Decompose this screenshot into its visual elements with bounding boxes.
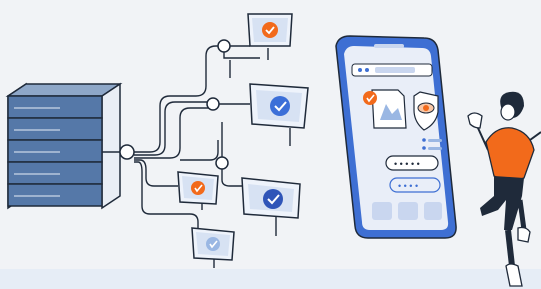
server-rack-icon <box>5 82 123 210</box>
junction-node-top <box>217 39 231 53</box>
browser-bar <box>351 63 433 77</box>
check-badge-icon <box>263 189 283 209</box>
illustration-stage: • • • • • • • • • <box>0 0 541 289</box>
monitor-bottom-light <box>191 227 235 268</box>
main-junction-node <box>119 144 135 160</box>
check-badge-icon <box>191 181 205 195</box>
monitor-middle-blue <box>249 83 309 146</box>
network-illustration: • • • • • • • • • <box>5 13 541 287</box>
monitor-lower-blue <box>241 177 301 236</box>
screen-tiles <box>372 202 442 220</box>
junction-node-middle <box>206 97 220 111</box>
check-badge-icon <box>206 237 220 251</box>
password-mask-1: • • • • • <box>394 159 420 169</box>
smartphone: • • • • • • • • • <box>335 35 457 239</box>
check-badge-icon <box>262 22 278 38</box>
password-mask-2: • • • • <box>398 181 418 191</box>
monitor-lower-orange <box>177 171 219 210</box>
network-cables <box>102 45 260 232</box>
server-units <box>7 95 103 207</box>
check-badge-icon <box>363 91 377 105</box>
cable-nodes <box>119 39 231 170</box>
person-icon <box>467 91 541 287</box>
check-badge-icon <box>270 96 290 116</box>
junction-node-lower <box>215 156 229 170</box>
monitor-top-orange <box>247 13 293 60</box>
